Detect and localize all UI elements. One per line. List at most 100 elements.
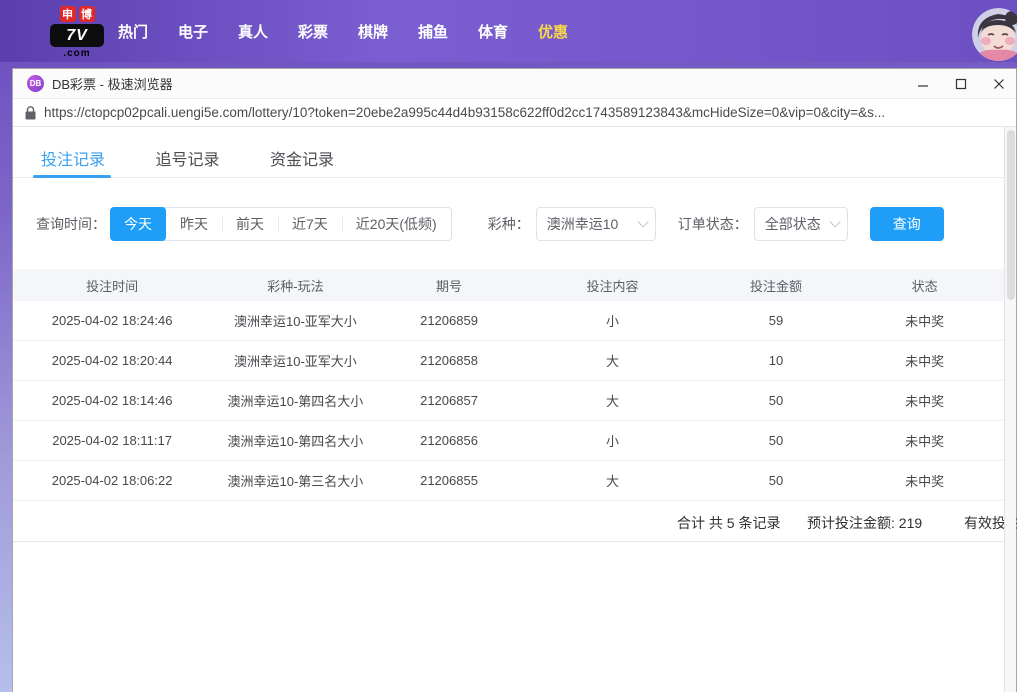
cell-issue: 21206856 <box>380 433 519 448</box>
cell-bet-time: 2025-04-02 18:06:22 <box>13 473 211 488</box>
cell-lottery-play: 澳洲幸运10-亚军大小 <box>211 351 379 370</box>
status-filter-label: 订单状态： <box>678 214 748 234</box>
page-scrollbar[interactable] <box>1004 127 1016 692</box>
table-row: 2025-04-02 18:14:46 澳洲幸运10-第四名大小 2120685… <box>13 381 1004 421</box>
col-status: 状态 <box>845 276 1004 295</box>
active-tab-underline <box>33 175 111 178</box>
table-header-row: 投注时间 彩种-玩法 期号 投注内容 投注金额 状态 <box>13 269 1004 301</box>
address-bar[interactable]: https://ctopcp02pcali.uengi5e.com/lotter… <box>13 99 1016 127</box>
window-controls <box>916 69 1006 99</box>
cell-bet-time: 2025-04-02 18:24:46 <box>13 313 211 328</box>
browser-window: DB DB彩票 - 极速浏览器 https://ctopcp02pcali.ue… <box>12 68 1017 692</box>
cell-bet-amount: 50 <box>707 433 846 448</box>
nav-item-live[interactable]: 真人 <box>223 21 283 42</box>
nav-item-fishing[interactable]: 捕鱼 <box>403 21 463 42</box>
close-icon[interactable] <box>992 77 1006 91</box>
cell-bet-content: 大 <box>518 351 706 370</box>
nav-item-slots[interactable]: 电子 <box>163 21 223 42</box>
cell-bet-time: 2025-04-02 18:14:46 <box>13 393 211 408</box>
cell-issue: 21206858 <box>380 353 519 368</box>
lock-icon[interactable] <box>25 106 36 120</box>
col-lottery-play: 彩种-玩法 <box>211 276 379 295</box>
order-status-select[interactable]: 全部状态 <box>754 207 848 241</box>
cell-lottery-play: 澳洲幸运10-第三名大小 <box>211 471 379 490</box>
time-filter-label: 查询时间： <box>36 214 106 234</box>
site-favicon-icon: DB <box>27 75 44 92</box>
cell-issue: 21206857 <box>380 393 519 408</box>
chevron-down-icon <box>637 216 648 227</box>
order-status-value: 全部状态 <box>765 214 821 234</box>
cell-status: 未中奖 <box>845 431 1004 450</box>
nav-item-board[interactable]: 棋牌 <box>343 21 403 42</box>
table-row: 2025-04-02 18:24:46 澳洲幸运10-亚军大小 21206859… <box>13 301 1004 341</box>
cell-bet-content: 大 <box>518 391 706 410</box>
nav-item-hot[interactable]: 热门 <box>103 21 163 42</box>
cell-bet-amount: 50 <box>707 473 846 488</box>
time-option-20days[interactable]: 近20天(低频) <box>342 208 451 240</box>
maximize-icon[interactable] <box>954 77 968 91</box>
cell-status: 未中奖 <box>845 311 1004 330</box>
table-summary-row: 合计 共 5 条记录 预计投注金额: 219 有效投注 <box>13 501 1004 542</box>
cell-bet-time: 2025-04-02 18:20:44 <box>13 353 211 368</box>
summary-estimated-amount: 预计投注金额: 219 <box>807 513 922 533</box>
cell-bet-content: 小 <box>518 311 706 330</box>
top-navbar: 申 博 7V .com 热门 电子 真人 彩票 棋牌 捕鱼 体育 优惠 <box>0 0 1017 62</box>
table-row: 2025-04-02 18:20:44 澳洲幸运10-亚军大小 21206858… <box>13 341 1004 381</box>
cell-lottery-play: 澳洲幸运10-第四名大小 <box>211 391 379 410</box>
logo-badges: 申 博 <box>48 6 106 22</box>
chevron-down-icon <box>829 216 840 227</box>
url-text: https://ctopcp02pcali.uengi5e.com/lotter… <box>44 105 1004 120</box>
logo-main-text: 7V <box>50 24 104 47</box>
window-title: DB彩票 - 极速浏览器 <box>52 74 173 93</box>
time-option-today[interactable]: 今天 <box>110 207 166 241</box>
col-bet-content: 投注内容 <box>518 276 706 295</box>
webpage-content: 投注记录 追号记录 资金记录 查询时间： 今天 昨天 前天 近7天 近20天(低… <box>13 127 1016 692</box>
search-button[interactable]: 查询 <box>870 207 944 241</box>
site-logo[interactable]: 申 博 7V .com <box>48 6 106 59</box>
cell-issue: 21206855 <box>380 473 519 488</box>
summary-record-count: 合计 共 5 条记录 <box>677 513 780 533</box>
lottery-select[interactable]: 澳洲幸运10 <box>536 207 656 241</box>
table-row: 2025-04-02 18:11:17 澳洲幸运10-第四名大小 2120685… <box>13 421 1004 461</box>
window-titlebar: DB DB彩票 - 极速浏览器 <box>13 69 1016 99</box>
nav-menu: 热门 电子 真人 彩票 棋牌 捕鱼 体育 优惠 <box>103 0 583 62</box>
col-issue: 期号 <box>380 276 519 295</box>
cell-bet-content: 大 <box>518 471 706 490</box>
cell-status: 未中奖 <box>845 351 1004 370</box>
cell-bet-amount: 50 <box>707 393 846 408</box>
nav-item-sports[interactable]: 体育 <box>463 21 523 42</box>
user-avatar[interactable] <box>972 8 1017 61</box>
cell-bet-content: 小 <box>518 431 706 450</box>
logo-suffix: .com <box>48 48 106 59</box>
logo-badge-2: 博 <box>79 6 95 22</box>
scrollbar-thumb[interactable] <box>1007 130 1015 300</box>
filter-bar: 查询时间： 今天 昨天 前天 近7天 近20天(低频) 彩种： 澳洲幸运10 订… <box>13 207 1016 241</box>
tab-fund-records[interactable]: 资金记录 <box>270 146 334 170</box>
avatar-image <box>972 8 1017 61</box>
time-option-yesterday[interactable]: 昨天 <box>166 208 222 240</box>
cell-issue: 21206859 <box>380 313 519 328</box>
cell-lottery-play: 澳洲幸运10-第四名大小 <box>211 431 379 450</box>
cell-status: 未中奖 <box>845 391 1004 410</box>
col-bet-amount: 投注金额 <box>707 276 846 295</box>
cell-lottery-play: 澳洲幸运10-亚军大小 <box>211 311 379 330</box>
minimize-icon[interactable] <box>916 77 930 91</box>
lottery-filter-label: 彩种： <box>488 214 530 234</box>
cell-status: 未中奖 <box>845 471 1004 490</box>
cell-bet-amount: 59 <box>707 313 846 328</box>
col-bet-time: 投注时间 <box>13 276 211 295</box>
record-tabs: 投注记录 追号记录 资金记录 <box>13 127 1016 178</box>
lottery-select-value: 澳洲幸运10 <box>547 214 619 234</box>
time-option-daybefore[interactable]: 前天 <box>222 208 278 240</box>
nav-item-promo[interactable]: 优惠 <box>523 21 583 42</box>
tab-bet-records[interactable]: 投注记录 <box>41 146 105 170</box>
nav-item-lottery[interactable]: 彩票 <box>283 21 343 42</box>
bet-records-table: 投注时间 彩种-玩法 期号 投注内容 投注金额 状态 2025-04-02 18… <box>13 269 1004 501</box>
cell-bet-time: 2025-04-02 18:11:17 <box>13 433 211 448</box>
cell-bet-amount: 10 <box>707 353 846 368</box>
time-range-group: 今天 昨天 前天 近7天 近20天(低频) <box>110 207 452 241</box>
logo-badge-1: 申 <box>60 6 76 22</box>
table-row: 2025-04-02 18:06:22 澳洲幸运10-第三名大小 2120685… <box>13 461 1004 501</box>
time-option-7days[interactable]: 近7天 <box>278 208 342 240</box>
tab-chase-records[interactable]: 追号记录 <box>155 146 219 170</box>
